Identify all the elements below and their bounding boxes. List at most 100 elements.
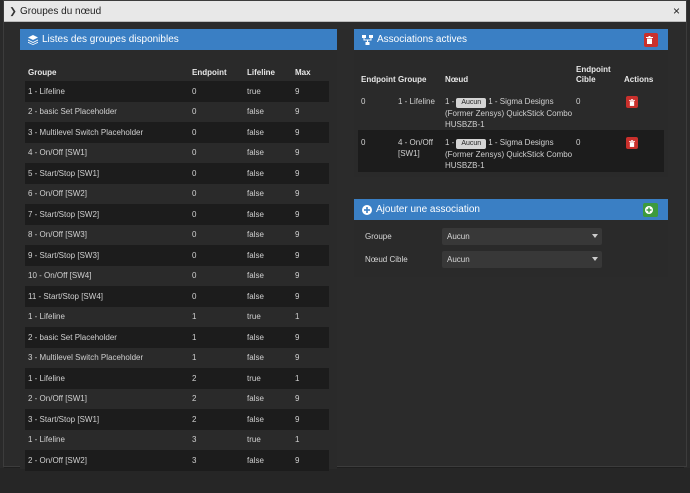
cell-group: 11 - Start/Stop [SW4] bbox=[25, 286, 192, 307]
group-row: 2 - On/Off [SW1] 2 false 9 bbox=[25, 388, 329, 409]
cell-endpoint: 0 bbox=[192, 142, 247, 163]
col-header-max: Max bbox=[295, 67, 311, 77]
node-prefix: 1 - bbox=[445, 138, 455, 147]
associations-panel-header: Associations actives bbox=[354, 29, 668, 50]
cell-endpoint: 1 bbox=[192, 347, 247, 368]
modal-title: Groupes du nœud bbox=[20, 5, 102, 17]
cell-lifeline: false bbox=[247, 142, 295, 163]
background-bottom bbox=[0, 468, 690, 493]
trash-icon bbox=[629, 139, 635, 147]
cell-target-endpoint: 0 bbox=[576, 130, 624, 172]
cell-group: 8 - On/Off [SW3] bbox=[25, 224, 192, 245]
cell-max: 9 bbox=[295, 327, 329, 348]
cell-lifeline: false bbox=[247, 245, 295, 266]
group-form-row: Groupe Aucun bbox=[365, 228, 602, 245]
group-row: 1 - Lifeline 0 true 9 bbox=[25, 81, 329, 102]
col-header-group: Groupe bbox=[28, 67, 57, 77]
cell-endpoint: 1 bbox=[192, 306, 247, 327]
cell-group: 2 - basic Set Placeholder bbox=[25, 101, 192, 122]
add-association-button[interactable] bbox=[643, 203, 658, 217]
col-header-target-line1: Endpoint bbox=[576, 65, 611, 74]
cell-target-endpoint: 0 bbox=[576, 89, 624, 130]
cell-lifeline: false bbox=[247, 388, 295, 409]
groups-table-header-row: Groupe Endpoint Lifeline Max bbox=[25, 63, 329, 81]
group-select[interactable]: Aucun bbox=[442, 228, 602, 245]
cell-max: 9 bbox=[295, 101, 329, 122]
cell-group: 3 - Multilevel Switch Placeholder bbox=[25, 122, 192, 143]
col-header-group: Groupe bbox=[398, 75, 427, 84]
cell-lifeline: false bbox=[247, 101, 295, 122]
cell-max: 9 bbox=[295, 388, 329, 409]
add-association-panel: Ajouter une association Groupe Aucun Nœu… bbox=[354, 199, 668, 277]
layers-icon bbox=[28, 34, 38, 45]
cell-max: 1 bbox=[295, 368, 329, 389]
associations-table: Endpoint Groupe Nœud Endpoint Cible Actio… bbox=[358, 61, 664, 172]
cell-endpoint: 2 bbox=[192, 388, 247, 409]
cell-max: 1 bbox=[295, 429, 329, 450]
groups-panel-header: Listes des groupes disponibles bbox=[20, 29, 337, 50]
cell-lifeline: true bbox=[247, 306, 295, 327]
delete-association-button[interactable] bbox=[626, 137, 638, 149]
trash-icon bbox=[629, 98, 635, 106]
cell-endpoint: 0 bbox=[192, 224, 247, 245]
col-header-target-endpoint: Endpoint Cible bbox=[576, 61, 624, 89]
group-row: 1 - Lifeline 2 true 1 bbox=[25, 368, 329, 389]
cell-max: 9 bbox=[295, 286, 329, 307]
col-header-node: Nœud bbox=[445, 75, 469, 84]
cell-endpoint: 0 bbox=[192, 265, 247, 286]
node-groups-modal: ❯ Groupes du nœud × Listes des groupes d… bbox=[3, 0, 687, 471]
cell-max: 9 bbox=[295, 409, 329, 430]
cell-group: 4 - On/Off [SW1] bbox=[398, 130, 445, 172]
cell-endpoint: 0 bbox=[192, 286, 247, 307]
cell-endpoint: 0 bbox=[192, 163, 247, 184]
cell-group: 2 - On/Off [SW1] bbox=[25, 388, 192, 409]
cell-lifeline: false bbox=[247, 224, 295, 245]
group-row: 10 - On/Off [SW4] 0 false 9 bbox=[25, 265, 329, 286]
cell-group: 1 - Lifeline bbox=[25, 368, 192, 389]
cell-lifeline: false bbox=[247, 163, 295, 184]
group-row: 11 - Start/Stop [SW4] 0 false 9 bbox=[25, 286, 329, 307]
cell-group: 1 - Lifeline bbox=[398, 89, 445, 130]
group-row: 7 - Start/Stop [SW2] 0 false 9 bbox=[25, 204, 329, 225]
group-row: 4 - On/Off [SW1] 0 false 9 bbox=[25, 142, 329, 163]
col-header-actions: Actions bbox=[624, 75, 654, 84]
caret-down-icon bbox=[592, 234, 598, 238]
cell-endpoint: 0 bbox=[192, 245, 247, 266]
caret-down-icon bbox=[592, 257, 598, 261]
node-select-button[interactable]: Aucun bbox=[456, 139, 487, 149]
group-row: 9 - Start/Stop [SW3] 0 false 9 bbox=[25, 245, 329, 266]
associations-panel: Associations actives Endpoint Groupe Nœu… bbox=[354, 29, 668, 177]
cell-node: 1 - Aucun 1 - Sigma Designs (Former Zensys… bbox=[445, 89, 576, 130]
cell-group: 1 - Lifeline bbox=[25, 306, 192, 327]
group-select-value: Aucun bbox=[447, 232, 470, 241]
cell-group: 5 - Start/Stop [SW1] bbox=[25, 163, 192, 184]
group-row: 3 - Multilevel Switch Placeholder 0 false 9 bbox=[25, 122, 329, 143]
close-button[interactable]: × bbox=[673, 4, 680, 18]
delete-all-associations-button[interactable] bbox=[644, 33, 658, 47]
node-select-button[interactable]: Aucun bbox=[456, 98, 487, 108]
group-row: 1 - Lifeline 1 true 1 bbox=[25, 306, 329, 327]
cell-group: 2 - basic Set Placeholder bbox=[25, 327, 192, 348]
group-row: 5 - Start/Stop [SW1] 0 false 9 bbox=[25, 163, 329, 184]
group-row: 3 - Start/Stop [SW1] 2 false 9 bbox=[25, 409, 329, 430]
associations-table-header-row: Endpoint Groupe Nœud Endpoint Cible Actio… bbox=[358, 61, 664, 89]
cell-actions bbox=[624, 130, 664, 172]
plus-circle-icon bbox=[644, 206, 653, 214]
cell-lifeline: false bbox=[247, 347, 295, 368]
cell-group: 10 - On/Off [SW4] bbox=[25, 265, 192, 286]
cell-endpoint: 0 bbox=[358, 130, 398, 172]
cell-max: 9 bbox=[295, 347, 329, 368]
group-label: Groupe bbox=[365, 232, 392, 241]
cell-max: 9 bbox=[295, 265, 329, 286]
delete-association-button[interactable] bbox=[626, 96, 638, 108]
chevron-right-icon[interactable]: ❯ bbox=[6, 6, 20, 17]
cell-endpoint: 3 bbox=[192, 429, 247, 450]
cell-group: 3 - Multilevel Switch Placeholder bbox=[25, 347, 192, 368]
target-node-select[interactable]: Aucun bbox=[442, 251, 602, 268]
group-row: 1 - Lifeline 3 true 1 bbox=[25, 429, 329, 450]
cell-endpoint: 2 bbox=[192, 368, 247, 389]
associations-panel-title: Associations actives bbox=[377, 34, 468, 45]
cell-lifeline: false bbox=[247, 265, 295, 286]
cell-lifeline: false bbox=[247, 122, 295, 143]
cell-lifeline: false bbox=[247, 409, 295, 430]
